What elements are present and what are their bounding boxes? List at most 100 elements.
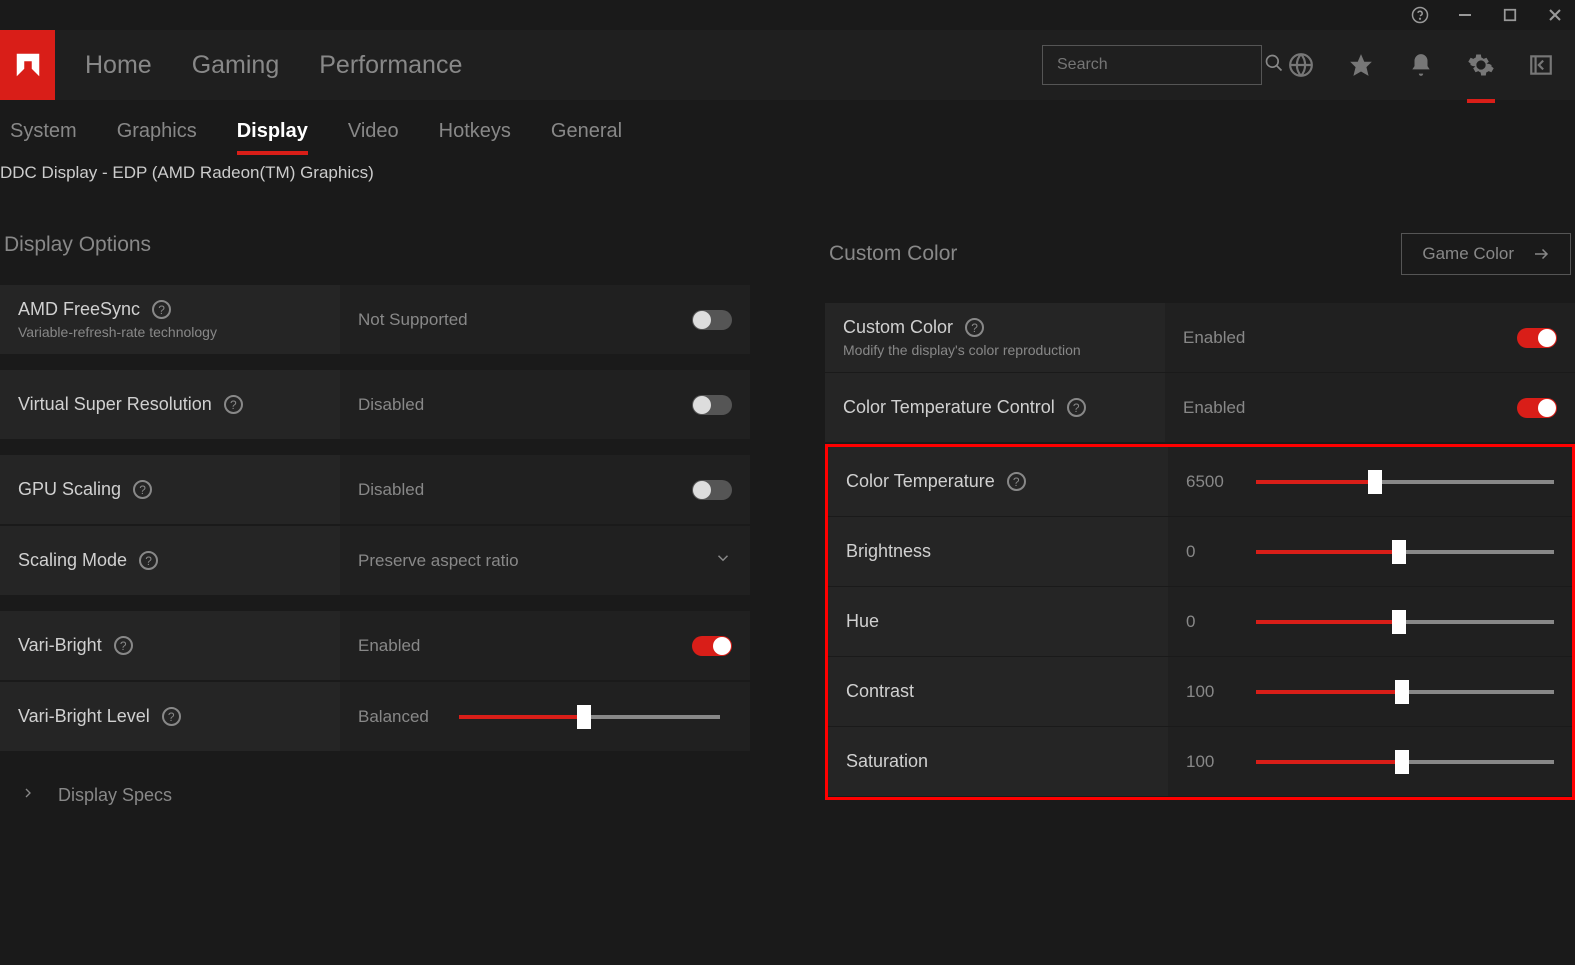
chevron-right-icon [20,785,36,806]
help-icon[interactable]: ? [1067,398,1086,417]
search-input[interactable] [1057,56,1264,74]
hue-slider[interactable] [1256,620,1554,624]
freesync-value: Not Supported [358,310,468,330]
chevron-down-icon [714,549,732,572]
contrast-slider[interactable] [1256,690,1554,694]
left-column: Display Options AMD FreeSync? Variable-r… [0,233,750,824]
saturation-value: 100 [1186,752,1236,772]
nav-gaming[interactable]: Gaming [192,51,280,80]
tab-general[interactable]: General [551,120,622,143]
vsr-row: Virtual Super Resolution? Disabled [0,370,750,439]
minimize-icon[interactable] [1455,5,1475,25]
tab-graphics[interactable]: Graphics [117,120,197,143]
header: Home Gaming Performance [0,30,1575,100]
gpu-scaling-toggle[interactable] [692,480,732,500]
display-options-title: Display Options [4,233,151,257]
header-icons [1287,51,1575,79]
color-temp-value: 6500 [1186,472,1236,492]
saturation-slider[interactable] [1256,760,1554,764]
varibright-level-value: Balanced [358,707,429,727]
varibright-level-label: Vari-Bright Level [18,706,150,727]
hue-label: Hue [846,611,879,632]
highlighted-sliders: Color Temperature? 6500 Brightness [825,444,1575,800]
help-icon[interactable]: ? [162,707,181,726]
help-icon[interactable] [1410,5,1430,25]
nav-performance[interactable]: Performance [319,51,462,80]
contrast-value: 100 [1186,682,1236,702]
saturation-row: Saturation 100 [828,727,1572,796]
help-icon[interactable]: ? [139,551,158,570]
varibright-level-row: Vari-Bright Level? Balanced [0,682,750,751]
tab-display[interactable]: Display [237,120,308,143]
freesync-desc: Variable-refresh-rate technology [18,324,322,340]
custom-color-row: Custom Color? Modify the display's color… [825,303,1575,372]
varibright-toggle[interactable] [692,636,732,656]
help-icon[interactable]: ? [152,300,171,319]
brightness-value: 0 [1186,542,1236,562]
collapse-icon[interactable] [1527,51,1555,79]
brightness-label: Brightness [846,541,931,562]
freesync-row: AMD FreeSync? Variable-refresh-rate tech… [0,285,750,354]
hue-row: Hue 0 [828,587,1572,656]
help-icon[interactable]: ? [965,318,984,337]
tab-hotkeys[interactable]: Hotkeys [439,120,511,143]
contrast-row: Contrast 100 [828,657,1572,726]
star-icon[interactable] [1347,51,1375,79]
color-temp-control-row: Color Temperature Control? Enabled [825,373,1575,442]
bell-icon[interactable] [1407,51,1435,79]
tab-system[interactable]: System [10,120,77,143]
settings-icon[interactable] [1467,51,1495,79]
search-box[interactable] [1042,45,1262,85]
display-name-label: DDC Display - EDP (AMD Radeon(TM) Graphi… [0,155,1575,183]
help-icon[interactable]: ? [224,395,243,414]
color-temp-slider[interactable] [1256,480,1554,484]
main-nav: Home Gaming Performance [85,51,1042,80]
game-color-label: Game Color [1422,244,1514,264]
nav-home[interactable]: Home [85,51,152,80]
right-column: Custom Color Game Color Custom Color? Mo… [825,233,1575,824]
maximize-icon[interactable] [1500,5,1520,25]
help-icon[interactable]: ? [114,636,133,655]
saturation-label: Saturation [846,751,928,772]
custom-color-title: Custom Color [829,242,957,266]
color-temp-control-toggle[interactable] [1517,398,1557,418]
varibright-label: Vari-Bright [18,635,102,656]
brightness-slider[interactable] [1256,550,1554,554]
color-temp-row: Color Temperature? 6500 [828,447,1572,516]
amd-logo[interactable] [0,30,55,100]
web-icon[interactable] [1287,51,1315,79]
custom-color-value: Enabled [1183,328,1245,348]
scaling-mode-label: Scaling Mode [18,550,127,571]
freesync-label: AMD FreeSync [18,299,140,320]
display-specs-label: Display Specs [58,785,172,806]
vsr-value: Disabled [358,395,424,415]
help-icon[interactable]: ? [133,480,152,499]
varibright-value: Enabled [358,636,420,656]
custom-color-label: Custom Color [843,317,953,338]
custom-color-toggle[interactable] [1517,328,1557,348]
scaling-mode-row: Scaling Mode? Preserve aspect ratio [0,526,750,595]
scaling-mode-dropdown[interactable]: Preserve aspect ratio [340,526,750,595]
varibright-row: Vari-Bright? Enabled [0,611,750,680]
subnav: System Graphics Display Video Hotkeys Ge… [0,100,1575,155]
game-color-button[interactable]: Game Color [1401,233,1571,275]
contrast-label: Contrast [846,681,914,702]
gpu-scaling-row: GPU Scaling? Disabled [0,455,750,524]
gpu-scaling-value: Disabled [358,480,424,500]
vsr-toggle[interactable] [692,395,732,415]
close-icon[interactable] [1545,5,1565,25]
display-specs-row[interactable]: Display Specs [0,767,750,824]
scaling-mode-value: Preserve aspect ratio [358,551,519,571]
hue-value: 0 [1186,612,1236,632]
help-icon[interactable]: ? [1007,472,1026,491]
titlebar [0,0,1575,30]
freesync-toggle[interactable] [692,310,732,330]
varibright-level-slider[interactable] [459,715,720,719]
arrow-right-icon [1532,245,1550,263]
search-icon[interactable] [1264,53,1284,78]
color-temp-control-label: Color Temperature Control [843,397,1055,418]
gpu-scaling-label: GPU Scaling [18,479,121,500]
custom-color-desc: Modify the display's color reproduction [843,342,1147,358]
content: Display Options AMD FreeSync? Variable-r… [0,183,1575,824]
tab-video[interactable]: Video [348,120,399,143]
